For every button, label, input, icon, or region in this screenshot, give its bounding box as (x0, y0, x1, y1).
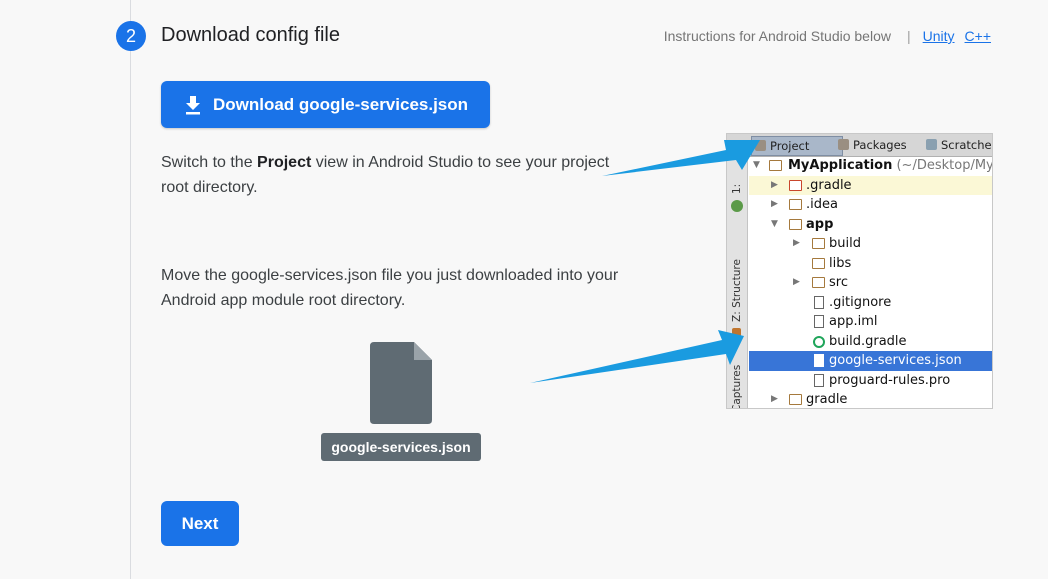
download-config-button[interactable]: Download google-services.json (161, 81, 490, 128)
tree-row: ▼ app (749, 215, 992, 235)
folder-icon (812, 238, 825, 249)
tree-row: build.gradle (749, 332, 992, 352)
folder-icon (789, 179, 802, 191)
tree-label: .gitignore (829, 294, 892, 310)
step-rail (130, 0, 131, 579)
json-file-icon (370, 342, 432, 424)
tree-path: (~/Desktop/My (896, 158, 993, 173)
studio-tab-bar: Project Packages Scratches (727, 134, 992, 157)
tree-label: build.gradle (829, 333, 907, 349)
folder-icon (789, 394, 802, 405)
tab-label: Project (770, 139, 810, 153)
tree-label: libs (829, 255, 852, 271)
tree-row: proguard-rules.pro (749, 371, 992, 391)
tab-packages: Packages (835, 136, 923, 154)
project-tab-icon (755, 140, 766, 151)
side-label-project: 1: (731, 183, 743, 194)
tree-row: ▶ .idea (749, 195, 992, 215)
folder-icon (789, 199, 802, 210)
android-icon (731, 200, 743, 212)
instruction-move-file: Move the google-services.json file you j… (161, 267, 619, 309)
tree-row: ▶ build (749, 234, 992, 254)
tree-label: build (829, 236, 861, 251)
tab-scratches: Scratches (923, 136, 993, 154)
tree-row: ▶ .gradle (749, 175, 992, 195)
step-title: Download config file (161, 24, 340, 46)
tree-label: MyApplication (788, 158, 893, 173)
instruction-project-view: Switch to the Project view in Android St… (161, 150, 641, 200)
json-file-icon (814, 354, 824, 367)
tree-label: .idea (806, 197, 838, 212)
download-button-label: Download google-services.json (212, 94, 469, 114)
tree-row-selected: google-services.json (749, 351, 992, 371)
file-name-chip: google-services.json (321, 433, 481, 461)
cpp-link[interactable]: C++ (965, 28, 991, 44)
module-folder-icon (769, 160, 782, 171)
tree-row: ▶ gradle (749, 390, 992, 408)
tab-project: Project (751, 136, 843, 156)
folder-icon (812, 257, 825, 269)
tree-label: gradle (806, 392, 848, 407)
tab-label: Scratches (941, 138, 993, 152)
instructions-note: Instructions for Android Studio below (663, 28, 891, 44)
tree-row: libs (749, 254, 992, 274)
folder-icon (812, 277, 825, 288)
step-number-badge: 2 (116, 21, 146, 51)
tree-row: ▼ MyApplication (~/Desktop/My (753, 158, 993, 173)
unity-link[interactable]: Unity (923, 28, 955, 44)
instruction-text: Switch to the (161, 154, 258, 171)
platform-links: Instructions for Android Studio below | … (664, 28, 991, 44)
tree-label: src (829, 275, 848, 290)
tab-label: Packages (853, 138, 907, 152)
tree-row: .gitignore (749, 293, 992, 313)
file-icon (814, 315, 824, 328)
scratches-tab-icon (926, 139, 937, 150)
android-studio-screenshot: Project Packages Scratches 1: Z: Structu… (726, 133, 993, 409)
project-bold-text: Project (257, 154, 312, 171)
side-label-structure: Z: Structure (731, 259, 743, 322)
gradle-icon (813, 335, 825, 348)
side-label-captures: Captures (731, 364, 743, 409)
next-button[interactable]: Next (161, 501, 239, 546)
structure-icon (732, 328, 741, 337)
tree-label: proguard-rules.pro (829, 372, 951, 388)
file-icon (814, 373, 824, 387)
tree-row: ▶ src (749, 273, 992, 293)
tree-label: app.iml (829, 314, 878, 329)
tree-label: .gradle (806, 177, 852, 193)
tree-label: google-services.json (829, 353, 962, 368)
file-icon (814, 295, 824, 309)
module-folder-icon (789, 218, 802, 230)
download-icon (185, 95, 200, 114)
packages-tab-icon (838, 139, 849, 150)
tree-label: app (806, 216, 834, 232)
tree-row: app.iml (749, 312, 992, 332)
studio-side-panel: 1: Z: Structure Captures (727, 156, 748, 408)
link-separator: | (906, 28, 911, 44)
arrow-to-json-file (530, 330, 744, 383)
